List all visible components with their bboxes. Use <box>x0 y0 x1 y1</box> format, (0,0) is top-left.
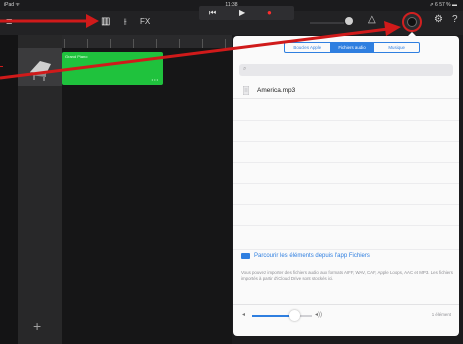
browse-files-link[interactable]: Parcourir les éléments depuis l'app Fich… <box>254 253 370 259</box>
empty-row <box>233 141 459 163</box>
empty-row <box>233 120 459 142</box>
source-segmented-control: Boucles Apple Fichiers audio Musique <box>284 42 420 53</box>
audio-region[interactable]: Grand Piano • • • <box>62 52 163 85</box>
import-info-text: Vous pouvez importer des fichiers audio … <box>241 270 453 281</box>
segment-apple-loops[interactable]: Boucles Apple <box>285 43 330 52</box>
search-input[interactable] <box>239 64 453 76</box>
empty-row <box>233 183 459 205</box>
rewind-button[interactable]: ⏮ <box>209 6 216 20</box>
audio-file-icon <box>243 86 249 95</box>
track-lane[interactable] <box>62 48 232 344</box>
empty-row <box>233 162 459 184</box>
region-dots: • • • <box>151 77 158 82</box>
list-item[interactable]: America.mp3 <box>233 84 459 99</box>
loop-browser-popover: Boucles Apple Fichiers audio Musique ⌕ A… <box>233 36 459 336</box>
battery-indicator: ⇗ 6 57 % ▬ <box>429 2 457 8</box>
master-volume-track[interactable] <box>310 22 344 24</box>
timeline-ruler[interactable] <box>62 35 232 48</box>
mixer-icon[interactable]: ⫲ <box>124 17 127 27</box>
record-button[interactable]: ● <box>267 6 272 20</box>
transport-controls: ⏮ ▶ ● <box>199 6 294 20</box>
menu-icon[interactable]: ≡ <box>6 16 12 28</box>
fx-button[interactable]: FX <box>140 17 150 26</box>
keyboard-icon[interactable]: ▥ <box>101 16 110 27</box>
play-button[interactable]: ▶ <box>239 6 245 20</box>
browse-files-row[interactable]: Parcourir les éléments depuis l'app Fich… <box>233 250 459 264</box>
search-icon: ⌕ <box>243 66 247 72</box>
preview-player: ◂ ◂)) 1 élément <box>233 304 459 325</box>
segment-audio-files[interactable]: Fichiers audio <box>329 43 375 52</box>
master-volume-knob[interactable] <box>345 17 353 25</box>
help-icon[interactable]: ? <box>452 14 458 25</box>
add-track-button[interactable]: + <box>33 318 41 334</box>
empty-row <box>233 204 459 226</box>
left-gutter <box>0 35 18 344</box>
segment-music[interactable]: Musique <box>374 43 419 52</box>
empty-row <box>233 225 459 250</box>
settings-icon[interactable]: ⚙ <box>434 14 443 25</box>
grand-piano-icon <box>30 61 51 81</box>
preview-volume-thumb[interactable] <box>289 310 300 321</box>
loop-icon <box>407 17 417 27</box>
volume-low-icon: ◂ <box>242 312 246 318</box>
metronome-icon[interactable]: △ <box>368 14 376 25</box>
track-header-piano[interactable] <box>18 48 62 86</box>
folder-icon <box>241 253 250 259</box>
empty-row <box>233 99 459 121</box>
region-label: Grand Piano <box>65 54 88 59</box>
file-name: America.mp3 <box>257 87 296 94</box>
preview-volume-fill <box>252 315 294 317</box>
item-count: 1 élément <box>431 312 451 317</box>
volume-high-icon: ◂)) <box>315 312 323 318</box>
